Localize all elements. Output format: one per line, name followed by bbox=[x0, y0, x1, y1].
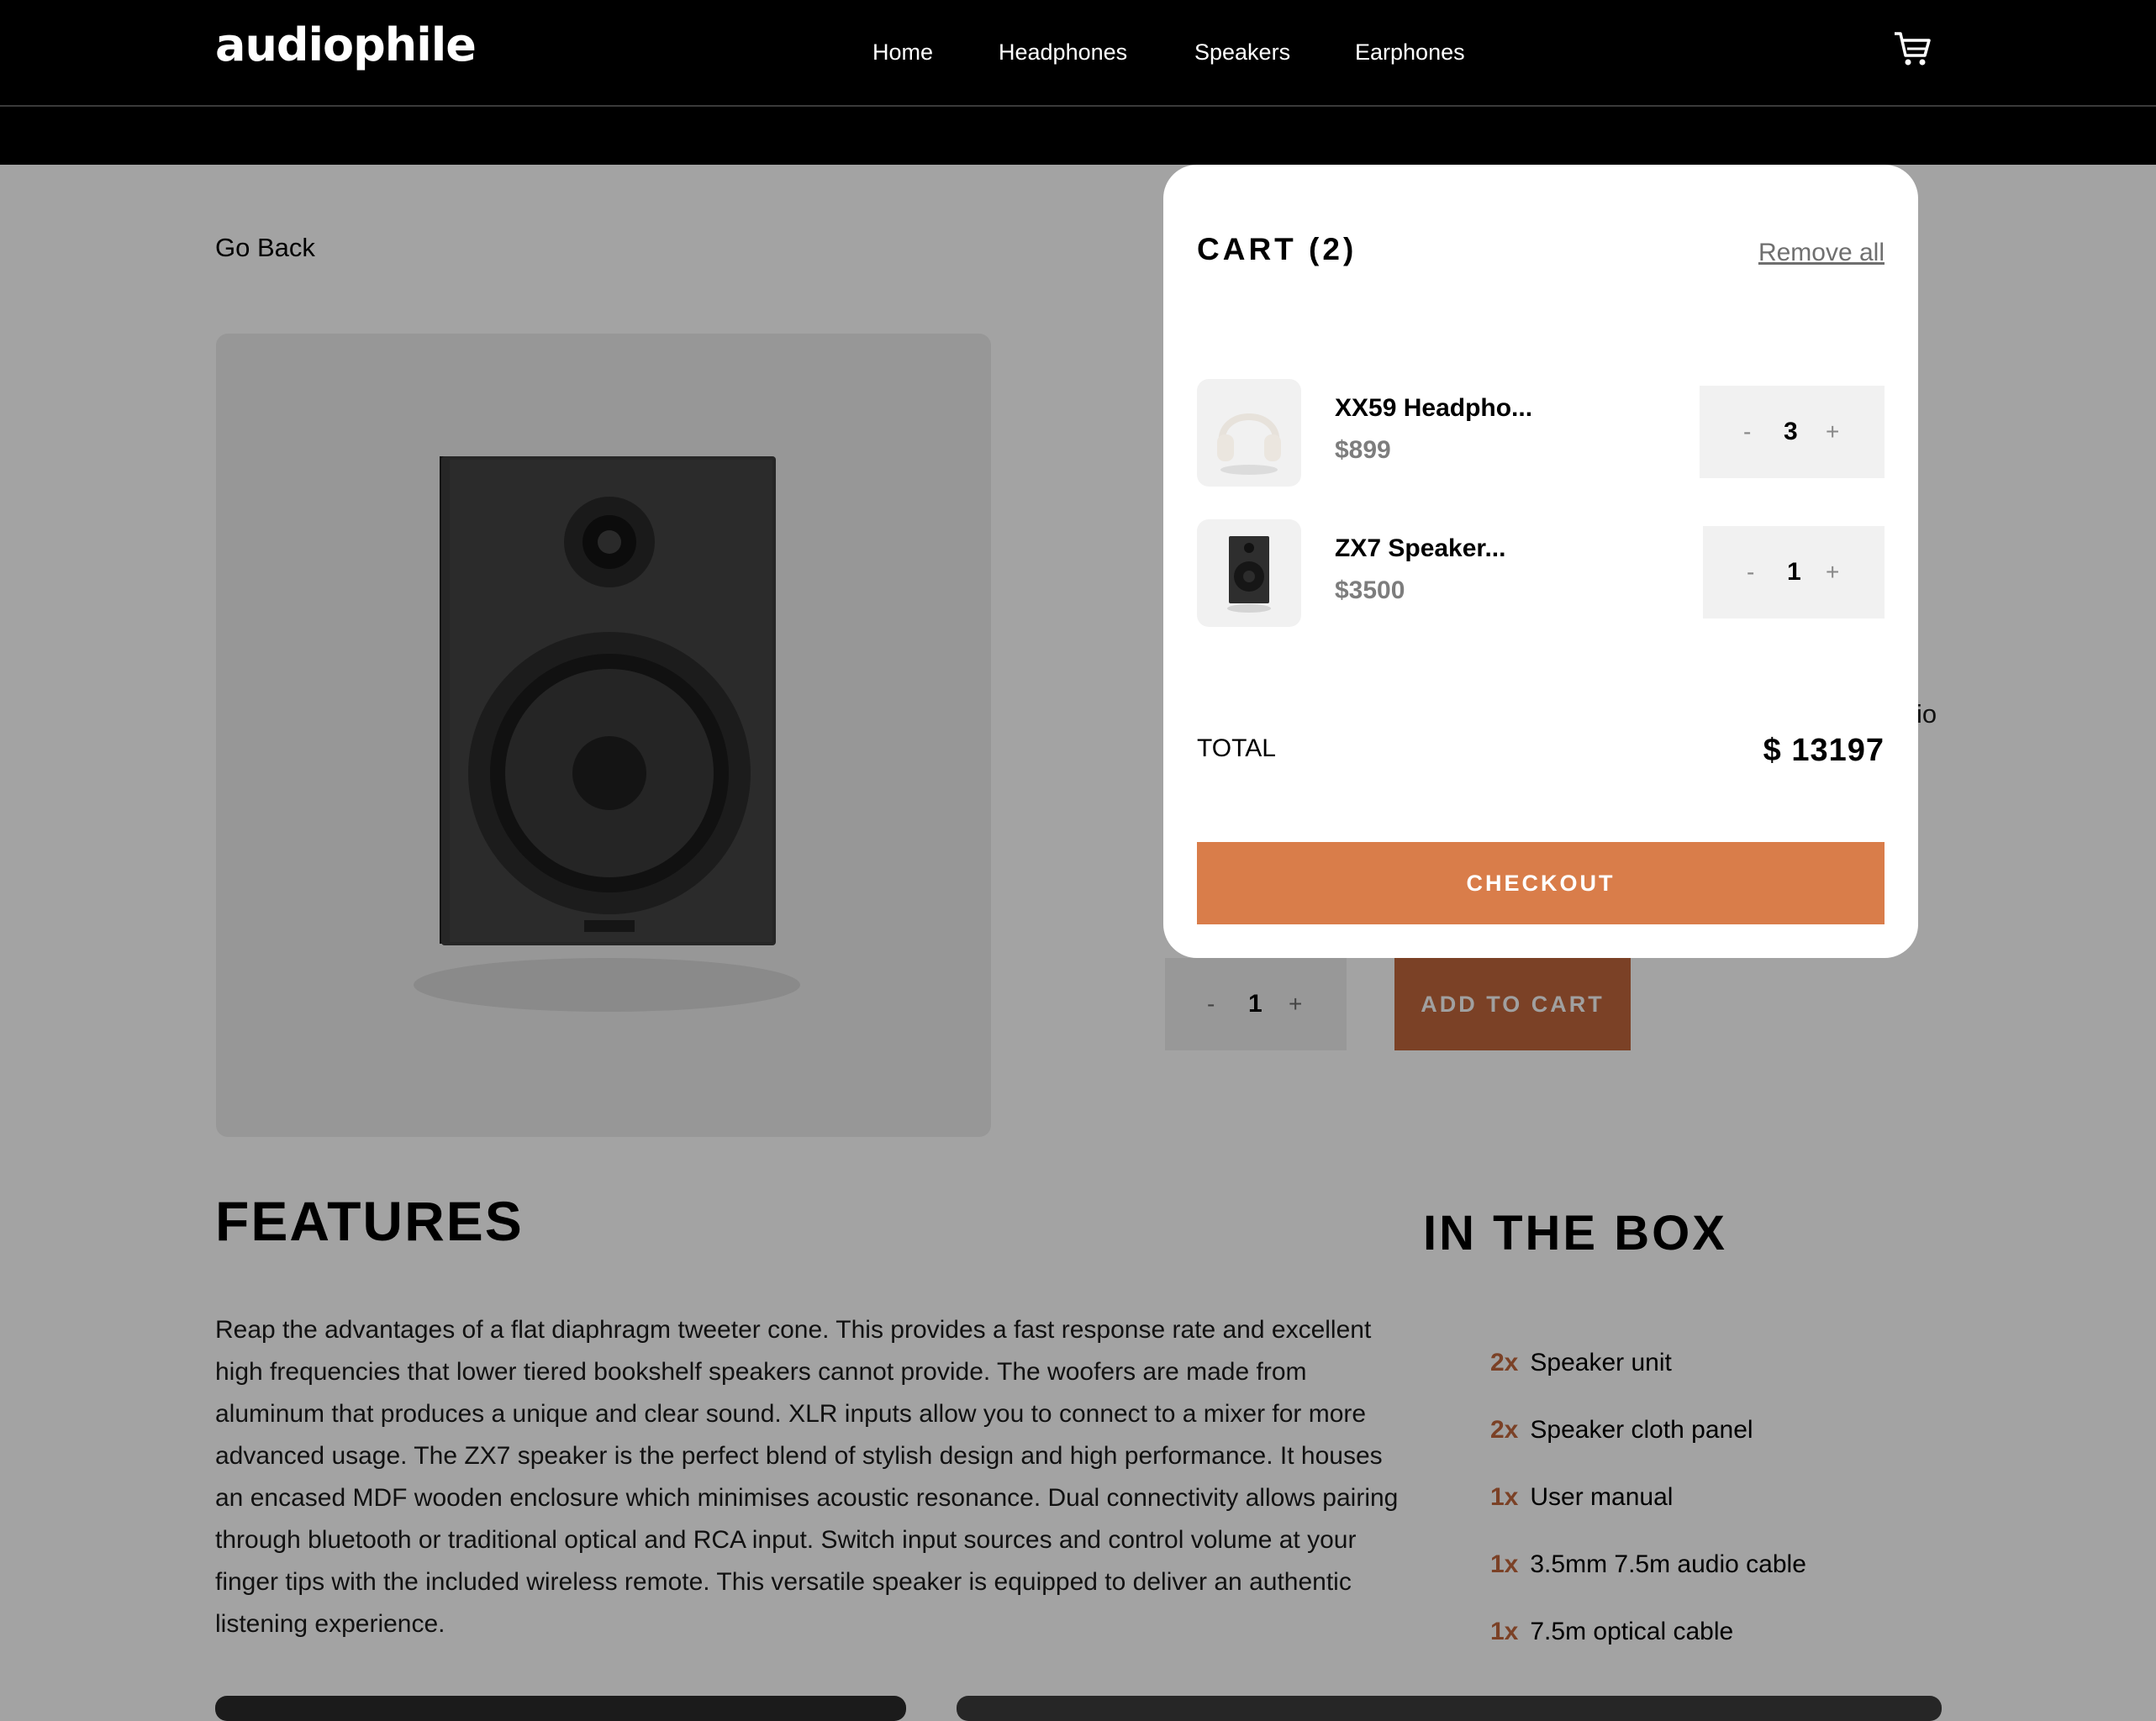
box-item-label: User manual bbox=[1530, 1483, 1674, 1511]
cart-item-price: $3500 bbox=[1335, 576, 1405, 604]
description-fragment: io bbox=[1916, 699, 1937, 729]
decrease-button[interactable]: - bbox=[1743, 386, 1751, 478]
box-item-label: 3.5mm 7.5m audio cable bbox=[1530, 1550, 1806, 1578]
nav-earphones[interactable]: Earphones bbox=[1355, 35, 1465, 69]
cart-item-name: XX59 Headpho... bbox=[1335, 394, 1533, 422]
box-item-qty: 2x bbox=[1490, 1349, 1519, 1376]
decrease-button[interactable]: - bbox=[1747, 526, 1754, 618]
cart-title: CART (2) bbox=[1197, 232, 1357, 266]
features-description: Reap the advantages of a flat diaphragm … bbox=[215, 1316, 1399, 1638]
headphones-image bbox=[1217, 413, 1281, 475]
box-item: 2x Speaker unit bbox=[1490, 1345, 1806, 1412]
product-image bbox=[216, 334, 991, 1137]
cart-button[interactable] bbox=[1893, 30, 1932, 67]
box-item-qty: 1x bbox=[1490, 1550, 1519, 1578]
cart-modal: CART (2) Remove all XX59 Headpho... $899… bbox=[1163, 165, 1918, 958]
quantity-value: 1 bbox=[1248, 990, 1262, 1018]
quantity-stepper: - 3 + bbox=[1700, 386, 1885, 478]
speaker-image bbox=[414, 456, 800, 1012]
quantity-stepper: - 1 + bbox=[1165, 958, 1347, 1050]
cart-icon bbox=[1895, 32, 1931, 66]
box-item-label: 7.5m optical cable bbox=[1530, 1618, 1734, 1645]
in-the-box-heading: IN THE BOX bbox=[1423, 1206, 1727, 1260]
features-heading: FEATURES bbox=[215, 1190, 524, 1252]
add-to-cart-button[interactable]: ADD TO CART bbox=[1394, 958, 1631, 1050]
total-label: TOTAL bbox=[1197, 734, 1276, 762]
main-nav: Home Headphones Speakers Earphones bbox=[0, 35, 2156, 69]
cart-item-price: $899 bbox=[1335, 436, 1391, 464]
decrease-button[interactable]: - bbox=[1207, 958, 1215, 1050]
box-item: 1x 3.5mm 7.5m audio cable bbox=[1490, 1546, 1806, 1613]
box-item-qty: 1x bbox=[1490, 1618, 1519, 1645]
quantity-value: 3 bbox=[1784, 418, 1798, 445]
increase-button[interactable]: + bbox=[1826, 526, 1839, 618]
box-item: 1x User manual bbox=[1490, 1479, 1806, 1546]
quantity-stepper: - 1 + bbox=[1703, 526, 1885, 618]
gallery-image-2 bbox=[957, 1696, 1942, 1721]
box-item-label: Speaker cloth panel bbox=[1530, 1416, 1753, 1444]
box-item-qty: 2x bbox=[1490, 1416, 1519, 1444]
box-item-label: Speaker unit bbox=[1530, 1349, 1672, 1376]
nav-home[interactable]: Home bbox=[872, 35, 933, 69]
gallery-image-1 bbox=[215, 1696, 906, 1721]
remove-all-link[interactable]: Remove all bbox=[1758, 239, 1885, 267]
increase-button[interactable]: + bbox=[1289, 958, 1302, 1050]
total-value: $ 13197 bbox=[1763, 733, 1885, 768]
nav-speakers[interactable]: Speakers bbox=[1194, 35, 1290, 69]
cart-item-name: ZX7 Speaker... bbox=[1335, 534, 1506, 562]
go-back-link[interactable]: Go Back bbox=[215, 233, 315, 263]
in-the-box-list: 2x Speaker unit 2x Speaker cloth panel 1x U… bbox=[1490, 1345, 1806, 1681]
quantity-value: 1 bbox=[1787, 558, 1801, 586]
nav-headphones[interactable]: Headphones bbox=[999, 35, 1127, 69]
cart-item-thumbnail bbox=[1197, 519, 1301, 627]
cart-item: ZX7 Speaker... $3500 - 1 + bbox=[1197, 519, 1885, 629]
box-item: 2x Speaker cloth panel bbox=[1490, 1412, 1806, 1479]
box-item-qty: 1x bbox=[1490, 1483, 1519, 1511]
cart-item: XX59 Headpho... $899 - 3 + bbox=[1197, 379, 1885, 488]
site-header: audiophile Home Headphones Speakers Earp… bbox=[0, 0, 2156, 165]
cart-item-thumbnail bbox=[1197, 379, 1301, 487]
checkout-button[interactable]: CHECKOUT bbox=[1197, 842, 1885, 924]
increase-button[interactable]: + bbox=[1826, 386, 1839, 478]
box-item: 1x 7.5m optical cable bbox=[1490, 1613, 1806, 1681]
header-divider bbox=[0, 105, 2156, 107]
speaker-thumbnail-image bbox=[1227, 536, 1271, 613]
